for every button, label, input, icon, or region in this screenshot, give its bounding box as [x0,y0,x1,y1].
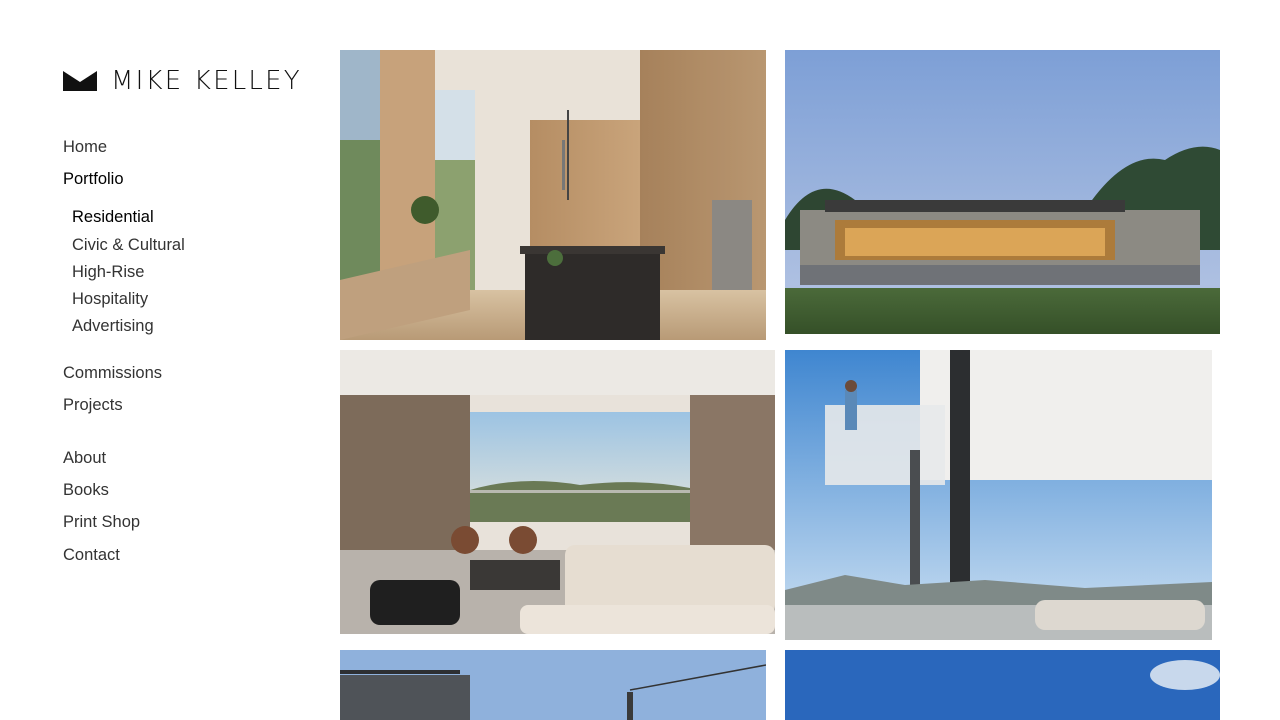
gallery-photo-house-at-dusk[interactable] [785,50,1220,334]
gallery-photo-living-room-city-view[interactable] [340,350,775,634]
gallery-photo-glass-house-balcony[interactable] [785,350,1212,640]
nav-print-shop[interactable]: Print Shop [63,512,140,532]
nav-home[interactable]: Home [63,137,107,157]
crown-mark-icon [63,71,97,91]
nav-portfolio-advertising[interactable]: Advertising [72,316,154,336]
gallery-photo-house-rooftop-dusk[interactable] [340,650,766,720]
gallery-photo-blue-sky[interactable] [785,650,1220,720]
nav-contact[interactable]: Contact [63,545,120,565]
site-logo[interactable]: MIKE KELLEY [63,66,302,96]
nav-projects[interactable]: Projects [63,395,123,415]
nav-about[interactable]: About [63,448,106,468]
logo-text: MIKE KELLEY [111,66,302,96]
nav-portfolio-civic-cultural[interactable]: Civic & Cultural [72,235,185,255]
nav-portfolio-high-rise[interactable]: High-Rise [72,262,144,282]
gallery-photo-modern-kitchen[interactable] [340,50,766,340]
nav-portfolio[interactable]: Portfolio [63,169,124,189]
nav-books[interactable]: Books [63,480,109,500]
nav-portfolio-residential[interactable]: Residential [72,207,154,227]
nav-commissions[interactable]: Commissions [63,363,162,383]
nav-portfolio-hospitality[interactable]: Hospitality [72,289,148,309]
